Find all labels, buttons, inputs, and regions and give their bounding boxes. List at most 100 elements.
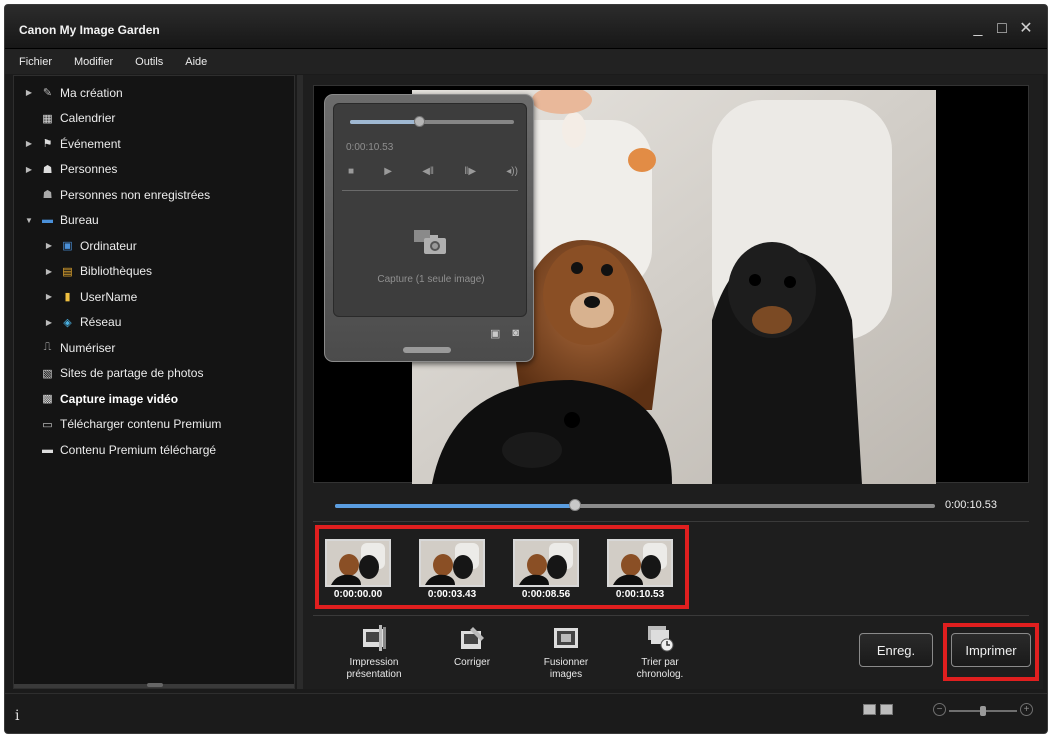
collapsed-arrow-icon[interactable]: ▶ (44, 267, 54, 276)
expanded-arrow-icon[interactable]: ▼ (24, 216, 34, 225)
video-capture-icon: ▩ (42, 393, 53, 406)
frame-time-label: 0:00:08.56 (521, 589, 571, 600)
computer-icon: ▣ (62, 240, 73, 253)
captured-frame-thumbnail[interactable]: 0:00:03.43 (419, 539, 485, 603)
save-button[interactable]: Enreg. (859, 633, 933, 667)
view-mode-icons (863, 704, 893, 715)
sidebar-item[interactable]: ▼ ▬ Bureau (14, 208, 294, 234)
frame-thumbnail-image (325, 539, 391, 587)
sidebar-item[interactable]: ▶ ⚑ Événement (14, 131, 294, 157)
sidebar-item[interactable]: ▶ ▣ Ordinateur (14, 233, 294, 259)
zoom-in-icon[interactable]: + (1020, 703, 1033, 716)
playback-slider[interactable] (350, 116, 514, 127)
frame-time-label: 0:00:03.43 (427, 589, 477, 600)
sidebar-item[interactable]: ▶ ▮ UserName (14, 284, 294, 310)
sidebar-item-label: Télécharger contenu Premium (60, 417, 222, 432)
sidebar-item-label: Événement (60, 136, 121, 151)
capture-multiple-icon[interactable]: ◙ (512, 327, 519, 340)
close-button[interactable]: ✕ (1019, 21, 1033, 37)
network-icon: ◈ (63, 316, 72, 329)
timeline-time: 0:00:10.53 (945, 499, 997, 511)
collapsed-arrow-icon[interactable]: ▶ (24, 139, 34, 148)
photo-sharing-icon: ▧ (42, 367, 53, 380)
app-window: Canon My Image Garden _ □ ✕ Fichier Modi… (4, 4, 1048, 734)
sidebar-item[interactable]: ▩ Capture image vidéo (14, 386, 294, 412)
zoom-slider[interactable]: − + (933, 702, 1033, 718)
downloaded-premium-icon: ▬ (42, 443, 53, 456)
sidebar-resize-handle[interactable] (14, 683, 294, 688)
list-view-icon[interactable] (880, 704, 893, 715)
menu-edit[interactable]: Modifier (74, 56, 113, 68)
sidebar-item[interactable]: ☗ Personnes non enregistrées (14, 182, 294, 208)
info-icon[interactable]: i (15, 708, 19, 724)
divider (313, 521, 1029, 522)
collapsed-arrow-icon[interactable]: ▶ (44, 241, 54, 250)
tool-label: présentation (346, 669, 402, 680)
sidebar-item-label: Réseau (80, 315, 122, 330)
sidebar-item[interactable]: ▭ Télécharger contenu Premium (14, 412, 294, 438)
timeline-slider[interactable] (335, 499, 935, 511)
sidebar-item-label: Numériser (60, 340, 116, 355)
sidebar-item[interactable]: ▶ ☗ Personnes (14, 157, 294, 183)
layout-print-tool[interactable]: Impression présentation (329, 623, 419, 687)
tool-label: images (549, 669, 583, 680)
video-preview: 0:00:10.53 ■ ▶ ◀‖ ‖▶ ◂)) Capture (1 seul… (313, 85, 1029, 484)
zoom-out-icon[interactable]: − (933, 703, 946, 716)
event-icon: ⚑ (42, 138, 53, 151)
collapsed-arrow-icon[interactable]: ▶ (24, 165, 34, 174)
previous-frame-icon[interactable]: ◀‖ (422, 166, 434, 177)
collapsed-arrow-icon[interactable]: ▶ (24, 88, 34, 97)
collapsed-arrow-icon[interactable]: ▶ (44, 292, 54, 301)
frame-time-label: 0:00:00.00 (333, 589, 383, 600)
capture-label: Capture (1 seule image) (377, 274, 485, 285)
play-icon[interactable]: ▶ (384, 166, 392, 177)
zoom-thumb[interactable] (980, 706, 986, 716)
sidebar-item[interactable]: ▶ ✎ Ma création (14, 80, 294, 106)
timeline-thumb[interactable] (569, 499, 581, 511)
sidebar-item-label: Personnes non enregistrées (60, 187, 211, 202)
menu-tools[interactable]: Outils (135, 56, 163, 68)
stop-icon[interactable]: ■ (348, 166, 354, 177)
main-area: 0:00:10.53 ■ ▶ ◀‖ ‖▶ ◂)) Capture (1 seul… (303, 75, 1043, 689)
frame-thumbnail-image (513, 539, 579, 587)
app-title: Canon My Image Garden (19, 23, 160, 37)
single-view-icon[interactable] (863, 704, 876, 715)
panel-grip[interactable] (403, 347, 451, 353)
captured-frame-thumbnail[interactable]: 0:00:00.00 (325, 539, 391, 603)
merge-images-icon (554, 628, 578, 648)
captured-frame-thumbnail[interactable]: 0:00:10.53 (607, 539, 673, 603)
sidebar-item[interactable]: ▶ ◈ Réseau (14, 310, 294, 336)
layout-print-icon (363, 625, 386, 651)
menu-help[interactable]: Aide (185, 56, 207, 68)
correct-tool[interactable]: Corriger (427, 623, 517, 687)
capture-single-icon[interactable]: ▣ (490, 327, 500, 340)
sidebar-item-label: Ordinateur (80, 238, 137, 253)
sidebar-item[interactable]: ⎍ Numériser (14, 335, 294, 361)
playback-slider-thumb[interactable] (413, 116, 425, 127)
print-button[interactable]: Imprimer (951, 633, 1031, 667)
menu-bar: Fichier Modifier Outils Aide (5, 49, 1047, 74)
sidebar-item[interactable]: ▧ Sites de partage de photos (14, 361, 294, 387)
volume-icon[interactable]: ◂)) (506, 166, 518, 177)
minimize-button[interactable]: _ (971, 21, 985, 37)
navigation-tree: ▶ ✎ Ma création ▦ Calendrier ▶ ⚑ Événement ▶ ☗ Per… (14, 80, 294, 463)
frame-thumbnail-image (607, 539, 673, 587)
sidebar-item[interactable]: ▦ Calendrier (14, 106, 294, 132)
maximize-button[interactable]: □ (995, 21, 1009, 37)
sidebar-item-label: Personnes (60, 162, 118, 177)
sidebar-item-label: Ma création (60, 85, 123, 100)
menu-file[interactable]: Fichier (19, 56, 52, 68)
merge-images-tool[interactable]: Fusionner images (521, 623, 611, 687)
sidebar-item-label: Calendrier (60, 111, 116, 126)
captured-frame-thumbnail[interactable]: 0:00:08.56 (513, 539, 579, 603)
unregistered-person-icon: ☗ (42, 189, 53, 202)
sort-chronological-tool[interactable]: Trier par chronolog. (615, 623, 705, 687)
desktop-icon: ▬ (42, 214, 53, 227)
player-control-inner: 0:00:10.53 ■ ▶ ◀‖ ‖▶ ◂)) Capture (1 seul… (333, 103, 527, 317)
collapsed-arrow-icon[interactable]: ▶ (44, 318, 54, 327)
player-time: 0:00:10.53 (346, 142, 394, 153)
sidebar-item[interactable]: ▬ Contenu Premium téléchargé (14, 437, 294, 463)
capture-icon[interactable] (414, 228, 448, 256)
sidebar-item[interactable]: ▶ ▤ Bibliothèques (14, 259, 294, 285)
next-frame-icon[interactable]: ‖▶ (464, 166, 476, 177)
